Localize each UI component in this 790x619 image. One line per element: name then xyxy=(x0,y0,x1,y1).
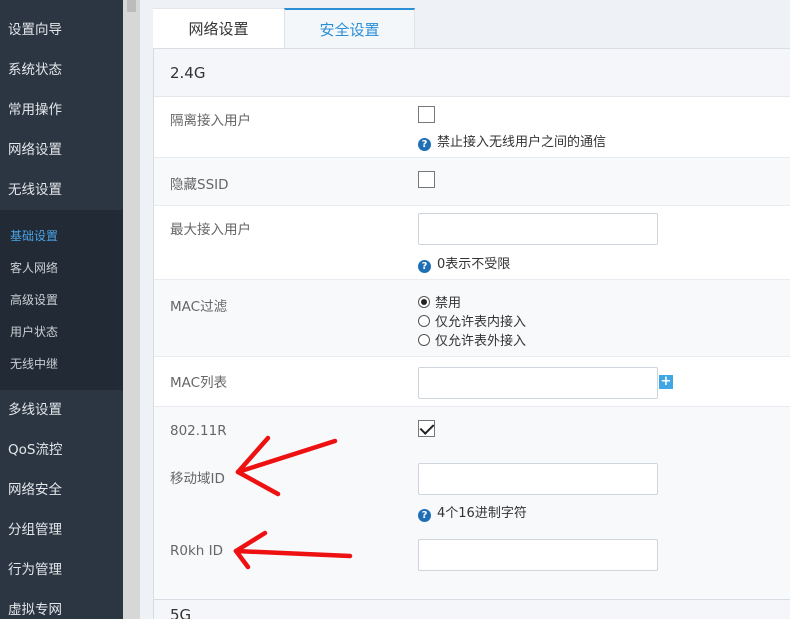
mobility-domain-label: 移动域ID xyxy=(170,471,225,487)
help-icon: ? xyxy=(418,260,431,273)
section-title-5g: 5G xyxy=(153,599,790,619)
row-max-users: 最大接入用户 ? 0表示不受限 xyxy=(154,206,790,280)
sidebar-item-common-ops[interactable]: 常用操作 xyxy=(0,90,123,130)
row-hide-ssid: 隐藏SSID xyxy=(154,158,790,206)
sidebar-scrollbar-thumb[interactable] xyxy=(127,0,136,12)
max-users-hint-text: 0表示不受限 xyxy=(437,257,511,272)
mac-filter-label: MAC过滤 xyxy=(170,299,228,315)
isolate-users-hint: ? 禁止接入无线用户之间的通信 xyxy=(418,131,606,151)
mac-filter-option-deny-list[interactable]: 仅允许表外接入 xyxy=(418,330,526,349)
row-mac-filter: MAC过滤 禁用 仅允许表内接入 仅允许表外接入 xyxy=(154,280,790,357)
r0kh-id-label: R0kh ID xyxy=(170,543,224,559)
mac-filter-option-label: 仅允许表外接入 xyxy=(435,334,527,349)
tab-security-settings[interactable]: 安全设置 xyxy=(284,8,415,49)
radio-button[interactable] xyxy=(418,315,430,327)
radio-button[interactable] xyxy=(418,296,430,308)
r0kh-id-input[interactable] xyxy=(418,539,658,571)
help-icon: ? xyxy=(418,138,431,151)
section-title-2-4g: 2.4G xyxy=(154,49,790,97)
mac-list-add-button[interactable]: + xyxy=(659,375,673,389)
mac-filter-option-allow-list[interactable]: 仅允许表内接入 xyxy=(418,311,526,330)
max-users-label: 最大接入用户 xyxy=(170,222,251,238)
sidebar-item-setup-wizard[interactable]: 设置向导 xyxy=(0,10,123,50)
isolate-users-checkbox[interactable] xyxy=(418,106,435,123)
settings-panel: 2.4G 隔离接入用户 ? 禁止接入无线用户之间的通信 隐藏SSID 最大接入用户… xyxy=(153,48,790,600)
sidebar-item-network-security[interactable]: 网络安全 xyxy=(0,470,123,510)
sidebar-item-system-status[interactable]: 系统状态 xyxy=(0,50,123,90)
row-isolate-users: 隔离接入用户 ? 禁止接入无线用户之间的通信 xyxy=(154,98,790,158)
mac-filter-option-label: 禁用 xyxy=(435,296,462,311)
sidebar-subitem-guest-network[interactable]: 客人网络 xyxy=(0,252,123,284)
sidebar-item-group-management[interactable]: 分组管理 xyxy=(0,510,123,550)
mac-filter-option-disable[interactable]: 禁用 xyxy=(418,292,461,311)
row-80211r: 802.11R 移动域ID ? 4个16进制字符 R0kh ID xyxy=(154,407,790,600)
hide-ssid-label: 隐藏SSID xyxy=(170,177,229,193)
80211r-checkbox[interactable] xyxy=(418,420,435,437)
row-mac-list: MAC列表 + xyxy=(154,357,790,407)
radio-button[interactable] xyxy=(418,334,430,346)
sidebar-scrollbar[interactable] xyxy=(123,0,140,619)
wireless-submenu: 基础设置 客人网络 高级设置 用户状态 无线中继 xyxy=(0,210,123,390)
isolate-users-hint-text: 禁止接入无线用户之间的通信 xyxy=(437,135,607,150)
80211r-label: 802.11R xyxy=(170,423,227,439)
sidebar-item-network-settings[interactable]: 网络设置 xyxy=(0,130,123,170)
mobility-domain-hint-text: 4个16进制字符 xyxy=(437,506,527,521)
sidebar-subitem-advanced-settings[interactable]: 高级设置 xyxy=(0,284,123,316)
sidebar-subitem-basic-settings[interactable]: 基础设置 xyxy=(0,220,123,252)
mobility-domain-input[interactable] xyxy=(418,463,658,495)
isolate-users-label: 隔离接入用户 xyxy=(170,113,251,129)
max-users-hint: ? 0表示不受限 xyxy=(418,253,510,273)
sidebar-item-behavior-management[interactable]: 行为管理 xyxy=(0,550,123,590)
sidebar-subitem-wireless-repeater[interactable]: 无线中继 xyxy=(0,348,123,380)
max-users-input[interactable] xyxy=(418,213,658,245)
mac-filter-option-label: 仅允许表内接入 xyxy=(435,315,527,330)
sidebar-item-wireless-settings[interactable]: 无线设置 xyxy=(0,170,123,210)
help-icon: ? xyxy=(418,509,431,522)
mac-list-input[interactable] xyxy=(418,367,658,399)
sidebar-item-qos[interactable]: QoS流控 xyxy=(0,430,123,470)
sidebar-nav: 设置向导 系统状态 常用操作 网络设置 无线设置 基础设置 客人网络 高级设置 … xyxy=(0,0,123,619)
tab-network-settings[interactable]: 网络设置 xyxy=(153,8,284,49)
mac-list-label: MAC列表 xyxy=(170,375,228,391)
hide-ssid-checkbox[interactable] xyxy=(418,171,435,188)
sidebar-subitem-user-status[interactable]: 用户状态 xyxy=(0,316,123,348)
sidebar-item-multiline[interactable]: 多线设置 xyxy=(0,390,123,430)
sidebar-item-vpn[interactable]: 虚拟专网 xyxy=(0,590,123,619)
mobility-domain-hint: ? 4个16进制字符 xyxy=(418,502,527,522)
